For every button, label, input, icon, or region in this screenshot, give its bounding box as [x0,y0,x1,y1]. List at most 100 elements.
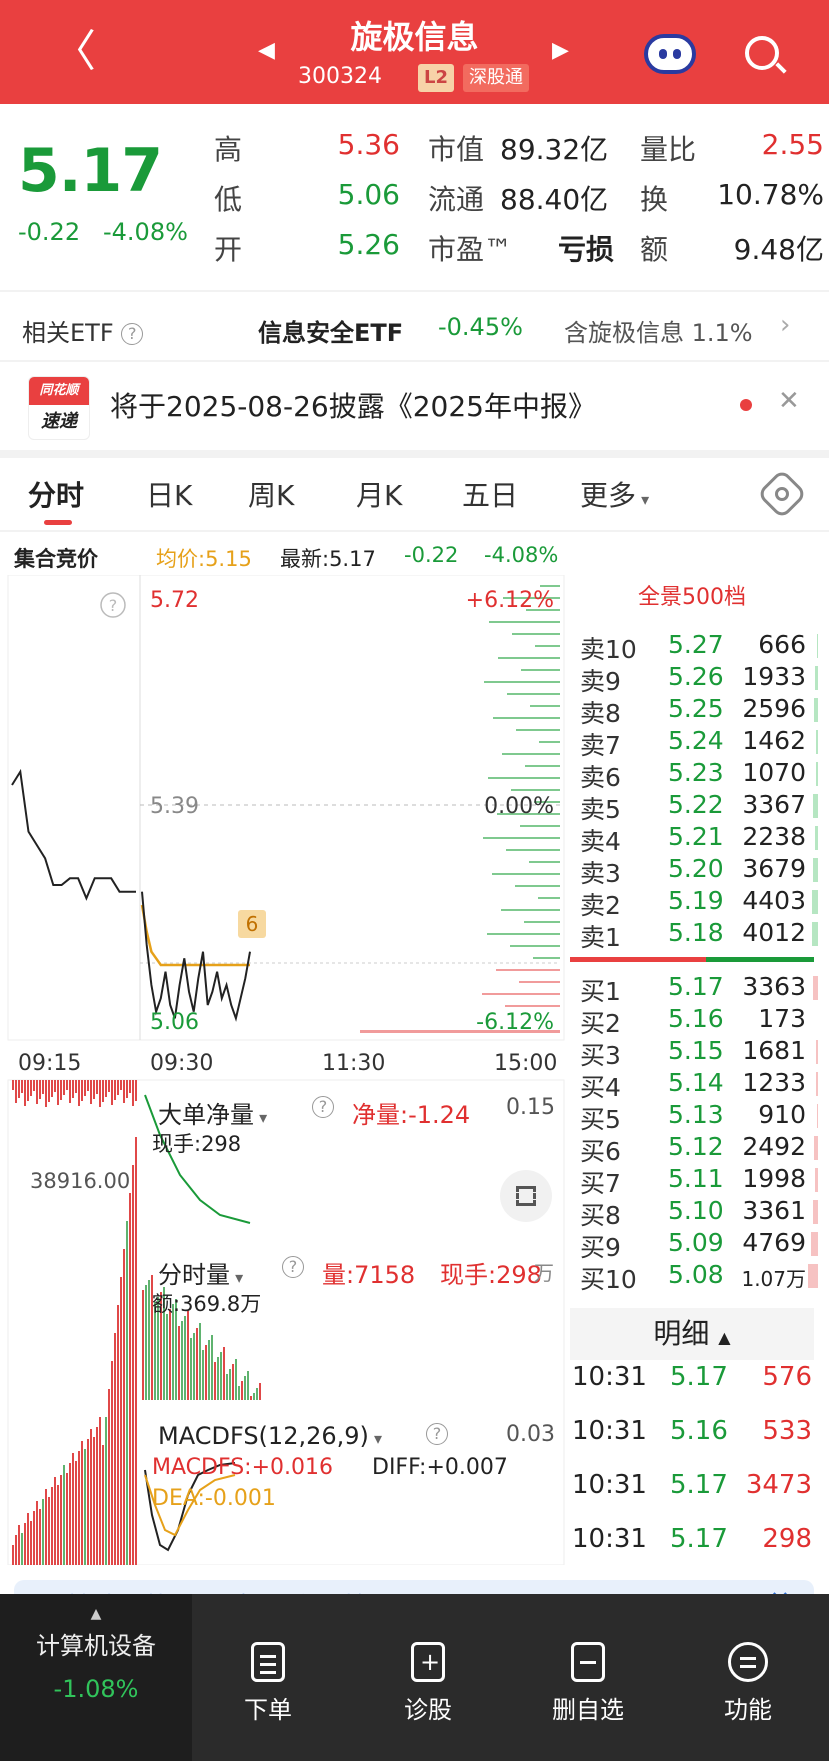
level-label: 卖1 [580,923,621,952]
bid-row[interactable]: 买4 5.14 1233 [580,1068,818,1102]
ask-row[interactable]: 卖8 5.25 2596 [580,694,818,728]
macd-max: 0.03 [506,1422,555,1447]
volume-bar [510,945,560,947]
ask-row[interactable]: 卖2 5.19 4403 [580,886,818,920]
minute-volume-selector[interactable]: 分时量 [158,1255,243,1290]
trade-row: 10:31 5.16 533 [572,1416,812,1456]
level-label: 买2 [580,1009,621,1038]
ask-row[interactable]: 卖7 5.24 1462 [580,726,818,760]
level-volume-bar [812,922,818,946]
minute-volume-bar [250,1396,252,1400]
orderbook-header[interactable]: 全景500档 [570,576,814,620]
high-value: 5.36 [337,128,400,161]
volume-bar [521,669,560,671]
auction-volume-bar [66,1473,68,1565]
big-order-now: 现手:298 [152,1132,242,1156]
bid-row[interactable]: 买7 5.11 1998 [580,1164,818,1198]
tab-intraday[interactable]: 分时 [28,474,84,514]
search-icon[interactable] [745,36,779,70]
level-volume: 3361 [742,1196,806,1225]
notice-text: 将于2025-08-26披露《2025年中报》 [110,390,596,423]
x-tick-0930: 09:30 [150,1051,213,1076]
volume-bar [501,909,560,911]
auction-volume-bar [75,1461,77,1565]
auction-volume-bar [99,1080,101,1107]
ask-row[interactable]: 卖4 5.21 2238 [580,822,818,856]
tab-monthly[interactable]: 月K [356,474,402,514]
svg-text:?: ? [109,596,118,615]
function-button[interactable]: 功能 [678,1642,818,1725]
settings-icon[interactable] [756,468,808,520]
macd-selector[interactable]: MACDFS(12,26,9) [158,1422,382,1450]
auction-volume-bar [15,1080,17,1103]
bid-row[interactable]: 买1 5.17 3363 [580,972,818,1006]
auction-volume-bar [123,1249,125,1565]
ask-row[interactable]: 卖3 5.20 3679 [580,854,818,888]
open-label: 开 [214,233,243,266]
remove-watchlist-button[interactable]: 删自选 [518,1642,658,1725]
trade-volume: 298 [762,1524,812,1554]
level-label: 买10 [580,1265,637,1294]
order-button[interactable]: 下单 [198,1642,338,1725]
minute-volume-bar [199,1323,201,1400]
close-icon[interactable]: ✕ [778,386,800,416]
auction-volume-bar [54,1477,56,1565]
pct-mid-label: 0.00% [484,794,554,819]
level-price: 5.10 [668,1196,724,1225]
volume-bar [506,849,560,851]
big-order-selector[interactable]: 大单净量 [158,1095,267,1130]
bid-row[interactable]: 买5 5.13 910 [580,1100,818,1134]
tab-more[interactable]: 更多 [580,474,649,514]
next-stock-icon[interactable]: ▶ [552,38,569,63]
trade-price: 5.17 [670,1524,728,1554]
volratio-value: 2.55 [761,128,824,161]
auction-volume-bar [36,1501,38,1565]
help-icon[interactable]: ? [426,1423,448,1445]
details-header[interactable]: 明细 ▲ [570,1308,814,1360]
level-volume: 1933 [742,662,806,691]
auction-volume-bar [75,1080,77,1093]
auction-volume-bar [126,1080,128,1098]
auction-volume-bar [81,1080,83,1101]
intraday-chart[interactable]: 6 5.72 5.39 5.06 +6.12% 0.00% -6.12% ? 0… [0,575,566,1565]
bid-row[interactable]: 买9 5.09 4769 [580,1228,818,1262]
tab-weekly[interactable]: 周K [248,474,294,514]
expand-icon[interactable] [500,1170,552,1222]
help-icon[interactable]: ? [312,1096,334,1118]
level-volume: 3367 [742,790,806,819]
auction-volume-bar [84,1080,86,1096]
trade-time: 10:31 [572,1524,647,1554]
level-price: 5.21 [668,822,724,851]
level-volume-bar [815,1168,818,1192]
level-volume-bar [817,634,818,658]
bid-row[interactable]: 买8 5.10 3361 [580,1196,818,1230]
ask-row[interactable]: 卖10 5.27 666 [580,630,818,664]
volume-bar [498,657,560,659]
diagnose-button[interactable]: + 诊股 [358,1642,498,1725]
ask-row[interactable]: 卖5 5.22 3367 [580,790,818,824]
bid-row[interactable]: 买10 5.08 1.07万 [580,1260,818,1294]
minute-volume-bar [235,1359,237,1400]
ask-row[interactable]: 卖1 5.18 4012 [580,918,818,952]
help-icon[interactable]: ? [121,323,144,345]
stock-name: 旋极信息 [350,18,479,56]
stock-detail-screen: 〈 ◀ 旋极信息 ▶ 300324 L2 深股通 5.17 -0.22 -4.0… [0,0,829,1761]
ask-row[interactable]: 卖6 5.23 1070 [580,758,818,792]
tab-daily[interactable]: 日K [146,474,192,514]
bid-row[interactable]: 买2 5.16 173 [580,1004,810,1038]
sector-panel[interactable]: ▲ 计算机设备 -1.08% [0,1594,192,1761]
ask-row[interactable]: 卖9 5.26 1933 [580,662,818,696]
help-icon[interactable]: ? [282,1256,304,1278]
level-price: 5.17 [668,972,724,1001]
minute-volume-bar [196,1328,198,1400]
level-label: 卖4 [580,827,621,856]
volume-bar [529,861,560,863]
tab-five-day[interactable]: 五日 [462,474,518,514]
amount-label: 额 [640,233,669,266]
minute-volume-bar [229,1369,231,1400]
volume-bar [520,825,560,827]
minute-volume-now: 现手:298 [440,1261,542,1289]
bid-row[interactable]: 买6 5.12 2492 [580,1132,818,1166]
robot-assistant-icon[interactable] [644,34,696,74]
bid-row[interactable]: 买3 5.15 1681 [580,1036,818,1070]
